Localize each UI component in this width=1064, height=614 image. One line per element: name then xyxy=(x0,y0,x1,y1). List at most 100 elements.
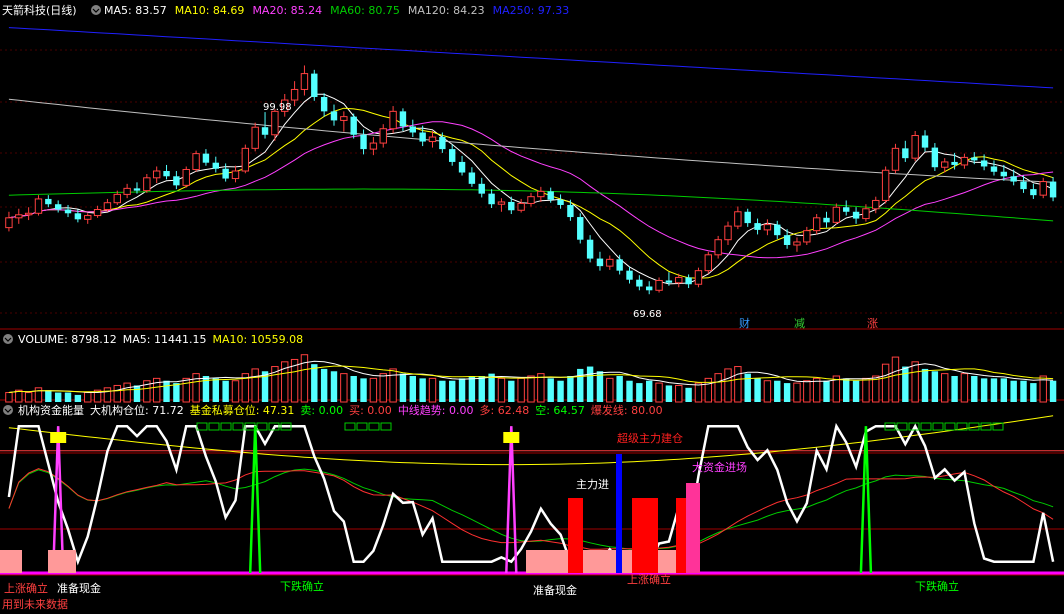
legend-item: MA120: 84.23 xyxy=(408,4,485,17)
volume-bar xyxy=(182,377,190,403)
collapse-icon[interactable] xyxy=(91,5,101,15)
volume-bar xyxy=(803,380,811,403)
volume-bar xyxy=(45,390,52,402)
candle-body xyxy=(803,230,811,243)
volume-bar xyxy=(941,373,949,403)
volume-bar xyxy=(1030,383,1037,402)
candle-body xyxy=(843,207,850,212)
volume-bar xyxy=(852,380,860,402)
volume-bar xyxy=(350,376,357,402)
candle-body xyxy=(655,279,663,291)
volume-bar xyxy=(960,373,969,403)
annotation-up-confirm-1: 上涨确立 xyxy=(4,581,48,595)
volume-bar xyxy=(626,380,633,402)
volume-bar xyxy=(636,383,643,402)
candle-body xyxy=(300,73,309,90)
signal-box xyxy=(50,432,67,443)
volume-bar xyxy=(54,392,62,402)
volume-bar xyxy=(389,368,397,403)
candle-body xyxy=(290,88,299,101)
candle-body xyxy=(24,212,33,216)
candle-body xyxy=(567,204,574,218)
volume-bar xyxy=(192,373,200,403)
volume-bar xyxy=(567,376,574,402)
legend-item: MA5: 11441.15 xyxy=(123,333,207,346)
candle-body xyxy=(626,270,633,280)
candle-body xyxy=(744,211,751,224)
candle-body xyxy=(222,168,229,179)
volume-bar xyxy=(103,387,112,403)
legend-item: MA20: 85.24 xyxy=(252,4,322,17)
candle-body xyxy=(428,136,437,143)
marker-zhang[interactable]: 涨 xyxy=(867,317,878,330)
stock-title: 天箭科技(日线) xyxy=(2,3,77,17)
super-main-bar xyxy=(616,454,622,573)
volume-bar xyxy=(379,373,387,403)
volume-bar xyxy=(123,382,131,403)
volume-bar xyxy=(921,368,929,402)
volume-bar xyxy=(951,376,958,402)
candle-body xyxy=(488,193,495,205)
legend-item: 买: 0.00 xyxy=(349,404,392,417)
volume-bar xyxy=(902,366,909,402)
volume-bar xyxy=(547,378,554,402)
candle-body xyxy=(960,156,969,166)
candle-body xyxy=(369,142,378,150)
candle-body xyxy=(350,116,357,135)
ma-legend: MA5: 83.57 MA10: 84.69 MA20: 85.24 MA60: 80… xyxy=(104,4,569,17)
candle-body xyxy=(320,97,328,112)
volume-bar xyxy=(783,383,791,402)
candle-body xyxy=(586,239,594,259)
volume-bar xyxy=(34,387,43,403)
annotation-prepare-cash-2: 准备现金 xyxy=(533,583,577,597)
volume-bar xyxy=(606,377,614,403)
candle-body xyxy=(173,176,180,186)
candle-body xyxy=(64,209,72,214)
volume-bar xyxy=(439,380,446,402)
volume-bar xyxy=(891,356,900,403)
cash-zone-block xyxy=(526,550,686,573)
legend-item: 大机构仓位: 71.72 xyxy=(90,403,184,417)
volume-bar xyxy=(862,377,870,403)
volume-collapse-icon[interactable] xyxy=(3,334,13,344)
candle-body xyxy=(881,169,890,201)
volume-bar xyxy=(173,383,180,402)
high-price-label: 99.98 xyxy=(263,102,292,113)
candle-body xyxy=(143,177,151,192)
main-force-bar xyxy=(632,498,658,573)
candle-body xyxy=(527,196,535,204)
candle-body xyxy=(1000,171,1008,177)
candle-body xyxy=(646,286,653,291)
volume-bar xyxy=(971,376,978,402)
legend-item: 机构资金能量 xyxy=(18,403,84,417)
volume-bar xyxy=(763,380,772,403)
candle-body xyxy=(311,73,318,98)
candle-body xyxy=(714,239,722,256)
candle-body xyxy=(261,127,269,135)
candle-body xyxy=(192,153,200,170)
candle-body xyxy=(596,258,604,267)
volume-bar xyxy=(340,373,348,403)
legend-item: 空: 64.57 xyxy=(535,403,585,417)
indicator-collapse-icon[interactable] xyxy=(3,405,13,415)
candle-body xyxy=(724,225,732,241)
volume-bar xyxy=(24,392,33,403)
candle-body xyxy=(990,166,998,172)
legend-item: MA10: 10559.08 xyxy=(212,333,303,346)
legend-item: 爆发线: 80.00 xyxy=(591,403,663,417)
volume-bar xyxy=(517,377,525,403)
candle-body xyxy=(103,202,112,211)
low-price-label: 69.68 xyxy=(633,309,662,320)
marker-jian[interactable]: 减 xyxy=(794,317,805,330)
candle-body xyxy=(468,172,476,184)
candle-body xyxy=(694,270,703,285)
annotation-big-fund-entry: 大资金进场 xyxy=(692,460,747,474)
candle-body xyxy=(508,201,515,211)
volume-bar xyxy=(113,384,121,403)
candle-body xyxy=(45,198,52,205)
marker-cai[interactable]: 财 xyxy=(739,316,750,330)
candle-body xyxy=(951,161,958,165)
candle-body xyxy=(251,126,259,149)
volume-bar xyxy=(774,380,781,402)
candle-body xyxy=(685,277,692,285)
